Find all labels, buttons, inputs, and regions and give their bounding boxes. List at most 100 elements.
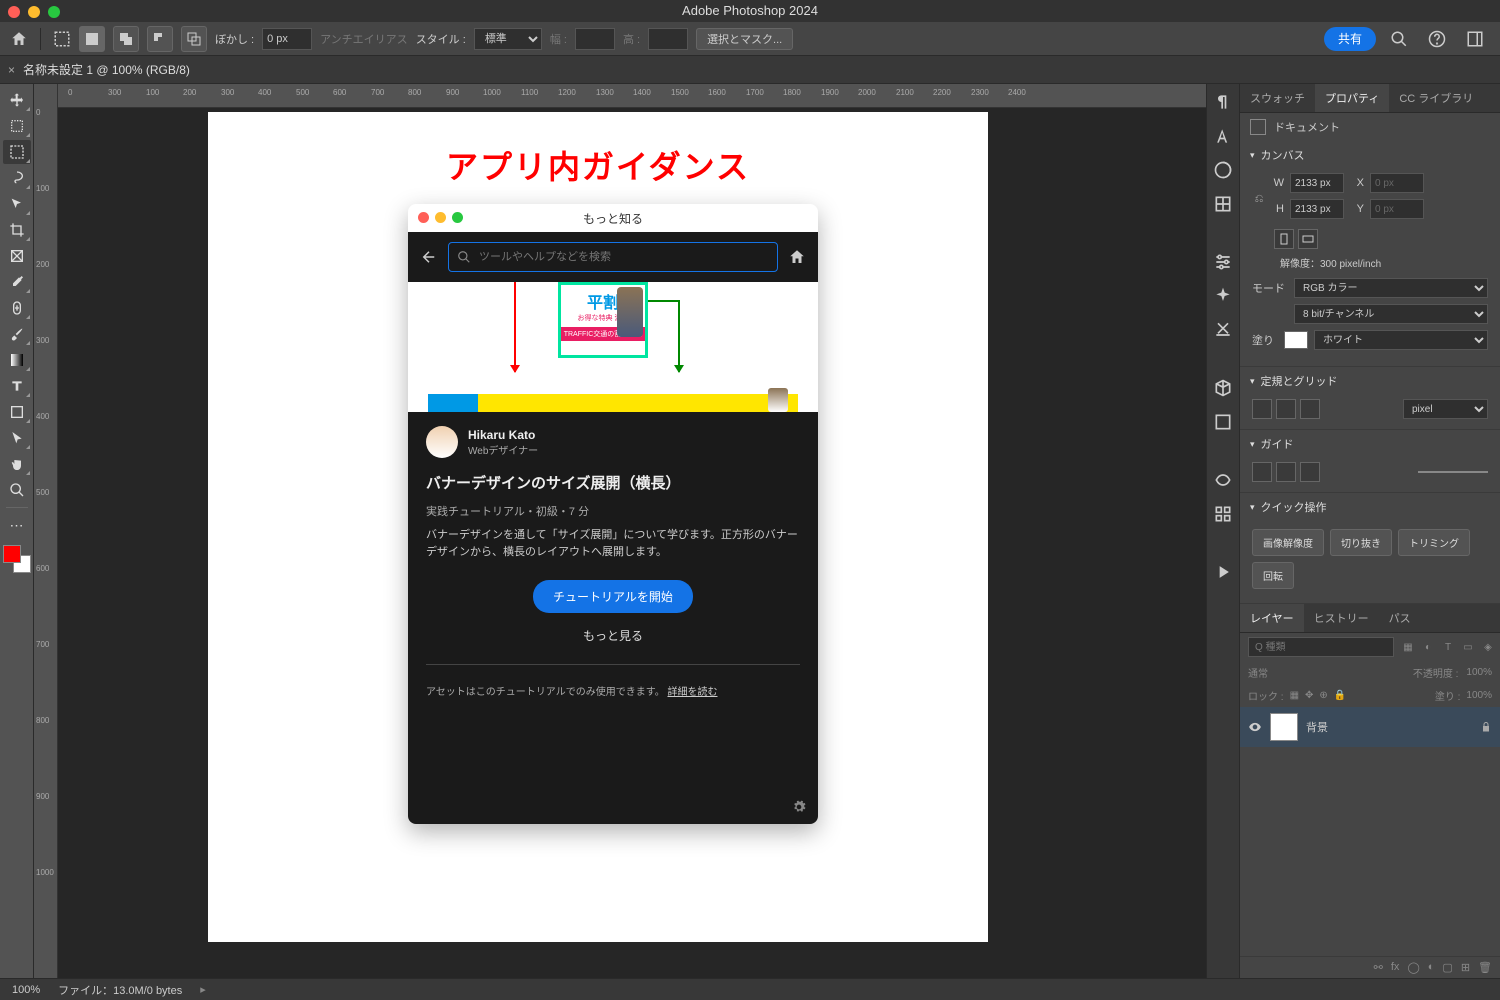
cc-libraries-tab[interactable]: CC ライブラリ [1389, 84, 1483, 112]
details-link[interactable]: 詳細を読む [667, 687, 717, 698]
layers-tab[interactable]: レイヤー [1240, 604, 1304, 632]
canvas-section-header[interactable]: ▾ カンバス [1240, 141, 1500, 169]
link-dimensions-icon[interactable]: ⎌ [1252, 173, 1266, 225]
3d-icon[interactable] [1213, 378, 1233, 398]
brushes-icon[interactable] [1213, 470, 1233, 490]
path-select-tool[interactable] [3, 426, 31, 450]
style-select[interactable]: 標準 [474, 28, 542, 50]
magic-icon[interactable] [1213, 286, 1233, 306]
brush-tool[interactable] [3, 322, 31, 346]
lock-position-icon[interactable]: ✥ [1305, 690, 1313, 701]
canvas-width-input[interactable] [1290, 173, 1344, 193]
color-mode-select[interactable]: RGB カラー [1294, 278, 1488, 298]
swatches-tab[interactable]: スウォッチ [1240, 84, 1315, 112]
crop-tool[interactable] [3, 218, 31, 242]
mask-icon[interactable]: ◯ [1407, 961, 1419, 974]
lasso-tool[interactable] [3, 166, 31, 190]
pattern-icon[interactable] [1213, 504, 1233, 524]
crop-button[interactable]: 切り抜き [1330, 529, 1392, 556]
layer-filter-input[interactable] [1248, 637, 1394, 657]
rotate-button[interactable]: 回転 [1252, 562, 1294, 589]
orientation-portrait-icon[interactable] [1274, 229, 1294, 249]
fill-select[interactable]: ホワイト [1314, 330, 1488, 350]
play-icon[interactable] [1213, 562, 1233, 582]
quick-select-tool[interactable] [3, 192, 31, 216]
adjustment-layer-icon[interactable]: ◐ [1428, 961, 1435, 974]
back-icon[interactable] [420, 248, 438, 266]
guide-icon-1[interactable] [1252, 462, 1272, 482]
intersect-selection-icon[interactable] [181, 26, 207, 52]
foreground-color-swatch[interactable] [3, 545, 21, 563]
guide-icon-3[interactable] [1300, 462, 1320, 482]
visibility-icon[interactable] [1248, 720, 1262, 734]
history-tab[interactable]: ヒストリー [1304, 604, 1379, 632]
lock-icon[interactable] [1480, 721, 1492, 733]
gear-icon[interactable] [792, 800, 806, 814]
zoom-tool[interactable] [3, 478, 31, 502]
filter-adjust-icon[interactable]: ◐ [1420, 639, 1436, 655]
search-input[interactable] [479, 251, 769, 263]
home-icon[interactable] [10, 30, 28, 48]
adjustment-icon[interactable] [1213, 194, 1233, 214]
link-layers-icon[interactable]: ⚯ [1374, 961, 1383, 974]
guide-section-header[interactable]: ▾ ガイド [1240, 430, 1500, 458]
color-icon[interactable] [1213, 160, 1233, 180]
minimize-window-icon[interactable] [28, 6, 40, 18]
layer-name[interactable]: 背景 [1306, 719, 1472, 735]
layer-row[interactable]: 背景 [1240, 707, 1500, 747]
start-tutorial-button[interactable]: チュートリアルを開始 [533, 580, 693, 613]
lock-nest-icon[interactable]: ⊕ [1319, 690, 1327, 701]
edit-toolbar[interactable]: ⋯ [3, 513, 31, 537]
mac-traffic-lights[interactable] [8, 6, 60, 18]
panel-close-icon[interactable] [418, 212, 429, 223]
fx-icon[interactable]: fx [1391, 961, 1400, 974]
artboard-tool[interactable] [3, 114, 31, 138]
healing-tool[interactable] [3, 296, 31, 320]
ruler-icon[interactable] [1252, 399, 1272, 419]
pixel-grid-icon[interactable] [1300, 399, 1320, 419]
help-icon[interactable] [1428, 30, 1446, 48]
see-more-link[interactable]: もっと見る [426, 627, 800, 644]
paths-tab[interactable]: パス [1379, 604, 1421, 632]
zoom-level[interactable]: 100% [12, 984, 40, 996]
lock-pixels-icon[interactable]: ▦ [1290, 690, 1299, 701]
group-icon[interactable]: ▢ [1442, 961, 1452, 974]
orientation-landscape-icon[interactable] [1298, 229, 1318, 249]
marquee-tool[interactable] [3, 140, 31, 164]
guide-icon-2[interactable] [1276, 462, 1296, 482]
feather-input[interactable] [262, 28, 312, 50]
filter-type-icon[interactable]: T [1440, 639, 1456, 655]
filter-smart-icon[interactable]: ◈ [1480, 639, 1496, 655]
new-layer-icon[interactable]: ⊞ [1461, 961, 1470, 974]
opacity-value[interactable]: 100% [1466, 667, 1492, 678]
sliders-icon[interactable] [1213, 252, 1233, 272]
move-tool[interactable] [3, 88, 31, 112]
select-and-mask-button[interactable]: 選択とマスク... [696, 28, 793, 50]
search-icon[interactable] [1390, 30, 1408, 48]
ruler-grid-section-header[interactable]: ▾ 定規とグリッド [1240, 367, 1500, 395]
close-tab-icon[interactable]: × [8, 63, 15, 77]
maximize-window-icon[interactable] [48, 6, 60, 18]
type-tool[interactable] [3, 374, 31, 398]
filter-shape-icon[interactable]: ▭ [1460, 639, 1476, 655]
tools-icon[interactable] [1213, 320, 1233, 340]
gradient-tool[interactable] [3, 348, 31, 372]
document-canvas[interactable]: アプリ内ガイダンス もっと知る [208, 112, 988, 942]
document-tab[interactable]: × 名称未設定 1 @ 100% (RGB/8) [8, 61, 190, 78]
ruler-unit-select[interactable]: pixel [1403, 399, 1488, 419]
shape-tool[interactable] [3, 400, 31, 424]
trim-button[interactable]: トリミング [1398, 529, 1470, 556]
fill-color-swatch[interactable] [1284, 331, 1308, 349]
bit-depth-select[interactable]: 8 bit/チャンネル [1294, 304, 1488, 324]
properties-tab[interactable]: プロパティ [1315, 84, 1389, 112]
panel-minimize-icon[interactable] [435, 212, 446, 223]
delete-layer-icon[interactable]: 🗑 [1478, 961, 1492, 974]
image-size-button[interactable]: 画像解像度 [1252, 529, 1324, 556]
eyedropper-tool[interactable] [3, 270, 31, 294]
paragraph-icon[interactable] [1213, 92, 1233, 112]
home-icon[interactable] [788, 248, 806, 266]
canvas-height-input[interactable] [1290, 199, 1344, 219]
color-swatches[interactable] [3, 545, 31, 573]
quick-actions-section-header[interactable]: ▾ クイック操作 [1240, 493, 1500, 521]
hand-tool[interactable] [3, 452, 31, 476]
